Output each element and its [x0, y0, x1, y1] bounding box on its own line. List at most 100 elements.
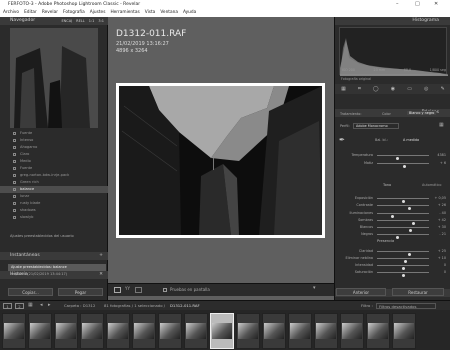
menu-item[interactable]: Fotografía	[63, 9, 85, 17]
page-1-button[interactable]: 1	[3, 303, 12, 309]
current-file[interactable]: D1312-011.RAF	[170, 301, 200, 310]
slider-track[interactable]	[377, 163, 429, 168]
slider-value[interactable]: - 40	[430, 210, 446, 216]
preset-item[interactable]: lunar	[0, 193, 108, 200]
slider-track[interactable]	[377, 265, 429, 270]
preset-item[interactable]: rusty blade	[0, 200, 108, 207]
survey-view-icon[interactable]	[135, 287, 142, 293]
slider-knob[interactable]	[396, 235, 400, 239]
minimize-button[interactable]: –	[396, 0, 399, 9]
user-presets-group[interactable]: Ajustes preestablecidos del usuario	[10, 233, 106, 240]
filmstrip-thumbnail[interactable]	[184, 313, 208, 349]
grid-view-icon[interactable]: ▦	[28, 301, 33, 310]
history-item[interactable]: Ajuste preestablecidos: balance	[8, 264, 106, 271]
preset-item[interactable]: Claro	[0, 151, 108, 158]
navigator-zoom-tab[interactable]: 3:1	[98, 17, 104, 25]
menu-item[interactable]: Herramientas	[110, 9, 139, 17]
treatment-color[interactable]: Color	[382, 112, 391, 116]
slider-value[interactable]: + 0,05	[430, 195, 446, 201]
filmstrip-thumbnail[interactable]	[2, 313, 26, 349]
spot-removal-icon[interactable]: ◯	[373, 86, 379, 92]
close-button[interactable]: ✕	[434, 0, 438, 9]
preset-item[interactable]: Fuente	[0, 165, 108, 172]
filmstrip-thumbnail[interactable]	[158, 313, 182, 349]
histogram-header[interactable]: Histograma	[335, 17, 450, 25]
maximize-button[interactable]: □	[415, 0, 420, 9]
page-2-button[interactable]: 2	[15, 303, 24, 309]
slider-value[interactable]: 0	[430, 269, 446, 275]
navigator-zoom-tab[interactable]: RELL	[76, 17, 85, 25]
back-arrow-icon[interactable]: ◂	[40, 301, 43, 310]
slider-value[interactable]: + 6	[430, 160, 446, 166]
slider-track[interactable]	[377, 272, 429, 277]
history-item[interactable]: Importar (21/02/2019 13:44:17)	[8, 271, 106, 278]
preset-item[interactable]: slowlyb	[0, 214, 108, 221]
adjustment-brush-icon[interactable]: ✎	[441, 86, 445, 92]
slider-knob[interactable]	[401, 273, 405, 277]
filmstrip-thumbnail[interactable]	[210, 313, 234, 349]
slider-track[interactable]	[377, 155, 429, 160]
previous-button[interactable]: Anterior	[336, 288, 386, 296]
toolbar-menu-icon[interactable]: ▾	[313, 285, 316, 291]
filmstrip-thumbnail[interactable]	[340, 313, 364, 349]
wb-select[interactable]: A medida	[403, 138, 419, 142]
grid-overlay-icon[interactable]: ▦	[341, 86, 346, 92]
slider-value[interactable]: 4381	[430, 152, 446, 158]
menu-item[interactable]: Vista	[145, 9, 156, 17]
navigator-zoom-tab[interactable]: 1:1	[89, 17, 95, 25]
red-eye-icon[interactable]: ◉	[391, 86, 395, 92]
softproof-checkbox[interactable]	[163, 288, 167, 292]
menu-item[interactable]: Ventana	[160, 9, 178, 17]
preset-item[interactable]: balance	[0, 186, 108, 193]
slider-track[interactable]	[377, 213, 429, 218]
filmstrip-thumbnail[interactable]	[262, 313, 286, 349]
menu-item[interactable]: Archivo	[3, 9, 19, 17]
slider-value[interactable]: + 30	[430, 224, 446, 230]
loupe-view-icon[interactable]	[114, 287, 121, 293]
slider-track[interactable]	[377, 234, 429, 239]
filmstrip-thumbnail[interactable]	[80, 313, 104, 349]
preset-item[interactable]: greg-norton-bdw-inrje-pack	[0, 172, 108, 179]
slider-track[interactable]	[377, 205, 429, 210]
navigator-zoom-tab[interactable]: ENCAJ	[61, 17, 72, 25]
paste-button[interactable]: Pegar	[58, 288, 103, 296]
filmstrip-thumbnail[interactable]	[54, 313, 78, 349]
slider-value[interactable]: + 26	[430, 202, 446, 208]
forward-arrow-icon[interactable]: ▸	[48, 301, 51, 310]
filmstrip-thumbnail[interactable]	[106, 313, 130, 349]
slider-track[interactable]	[377, 258, 429, 263]
menu-item[interactable]: Ayuda	[183, 9, 196, 17]
slider-track[interactable]	[377, 220, 429, 225]
filmstrip-thumbnail[interactable]	[314, 313, 338, 349]
navigator-preview[interactable]	[10, 28, 98, 128]
compare-view-icon[interactable]: YY	[125, 286, 130, 291]
slider-value[interactable]: + 25	[430, 248, 446, 254]
snapshots-header[interactable]: Instantáneas +	[0, 252, 108, 260]
folder-source[interactable]: Carpeta : D1312	[64, 301, 95, 310]
slider-track[interactable]	[377, 198, 429, 203]
copy-button[interactable]: Copiar...	[8, 288, 53, 296]
filmstrip-thumbnail[interactable]	[288, 313, 312, 349]
slider-value[interactable]: 0	[430, 262, 446, 268]
main-photo[interactable]	[116, 83, 325, 238]
filter-select[interactable]: Filtros desactivados	[376, 303, 436, 309]
navigator-header[interactable]: Navegador ENCAJ RELL 1:1 3:1	[0, 17, 108, 25]
preset-item[interactable]: Fuente	[0, 130, 108, 137]
profile-select[interactable]: Adobe Monocromo	[353, 123, 399, 129]
preset-item[interactable]: Ahogarno	[0, 144, 108, 151]
filmstrip-thumbnail[interactable]	[236, 313, 260, 349]
filmstrip-thumbnail[interactable]	[392, 313, 416, 349]
preset-item[interactable]: Green rich	[0, 179, 108, 186]
add-snapshot-icon[interactable]: +	[99, 252, 103, 260]
preset-item[interactable]: Intenso	[0, 137, 108, 144]
menu-item[interactable]: Editar	[24, 9, 37, 17]
menu-item[interactable]: Ajustes	[90, 9, 106, 17]
slider-value[interactable]: + 42	[430, 217, 446, 223]
slider-value[interactable]: - 21	[430, 231, 446, 237]
histogram-graph[interactable]: ISO 200 23 mm f/8,0 1/800 seg	[339, 27, 448, 76]
slider-track[interactable]	[377, 227, 429, 232]
filmstrip-thumbnail[interactable]	[366, 313, 390, 349]
radial-filter-icon[interactable]: ◎	[424, 86, 428, 92]
slider-track[interactable]	[377, 251, 429, 256]
graduated-filter-icon[interactable]: ▭	[407, 86, 412, 92]
